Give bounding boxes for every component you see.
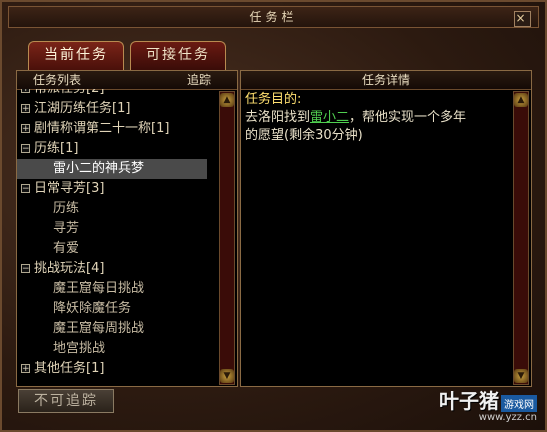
npc-link[interactable]: 雷小二 [310, 110, 349, 125]
quest-item[interactable]: 寻芳 [17, 219, 207, 239]
expand-icon[interactable]: + [21, 364, 30, 374]
quest-category[interactable]: + 江湖历练任务[1] [17, 99, 207, 119]
quest-item[interactable]: 降妖除魔任务 [17, 299, 207, 319]
watermark-name: 叶子猪 [439, 389, 499, 413]
quest-label: 江湖历练任务[1] [34, 101, 131, 116]
quest-detail-panel: 任务详情 任务目的: 去洛阳找到雷小二，帮他实现一个多年 的愿望(剩余30分钟)… [240, 70, 532, 387]
quest-detail-text: 任务目的: 去洛阳找到雷小二，帮他实现一个多年 的愿望(剩余30分钟) [245, 91, 505, 145]
quest-label: 帮派任务[2] [34, 89, 104, 96]
expand-icon[interactable]: + [21, 89, 30, 94]
quest-category[interactable]: + 帮派任务[2] [17, 89, 207, 99]
quest-label: 历练[1] [34, 141, 79, 156]
quest-label: 地宫挑战 [53, 341, 106, 356]
watermark-url: www.yzz.cn [478, 412, 537, 423]
quest-item[interactable]: 有爱 [17, 239, 207, 259]
track-column-label: 追踪 [186, 73, 211, 87]
quest-label: 魔王窟每日挑战 [53, 281, 145, 296]
tab-available-quests[interactable]: 可接任务 [130, 41, 226, 70]
scroll-up-icon[interactable]: ▲ [220, 93, 234, 107]
quest-item[interactable]: 魔王窟每周挑战 [17, 319, 207, 339]
quest-goal-suffix: ，帮他实现一个多年 [349, 110, 467, 125]
untrack-button[interactable]: 不可追踪 [18, 389, 114, 413]
quest-list-panel: 任务列表 追踪 +帮派任务[2]+江湖历练任务[1]+剧情称谓第二十一称[1]−… [16, 70, 238, 387]
quest-label: 雷小二的神兵梦 [53, 161, 145, 176]
quest-item[interactable]: 历练 [17, 199, 207, 219]
quest-detail-title: 任务详情 [361, 73, 410, 87]
quest-list-header: 任务列表 追踪 [17, 71, 237, 90]
collapse-icon[interactable]: − [21, 144, 30, 154]
quest-category[interactable]: − 挑战玩法[4] [17, 259, 207, 279]
quest-label: 寻芳 [53, 221, 80, 236]
quest-label: 有爱 [53, 241, 80, 256]
quest-label: 挑战玩法[4] [34, 261, 105, 276]
quest-label: 魔王窟每周挑战 [53, 321, 145, 336]
quest-label: 剧情称谓第二十一称[1] [34, 121, 170, 136]
quest-label: 日常寻芳[3] [34, 181, 105, 196]
quest-label: 历练 [53, 201, 80, 216]
window-title: 任务栏 [249, 10, 298, 24]
quest-list: +帮派任务[2]+江湖历练任务[1]+剧情称谓第二十一称[1]−历练[1]雷小二… [17, 89, 217, 385]
quest-detail-scrollbar[interactable]: ▲ ▼ [513, 91, 529, 385]
scroll-up-icon[interactable]: ▲ [514, 93, 528, 107]
quest-category[interactable]: − 历练[1] [17, 139, 207, 159]
quest-list-title: 任务列表 [33, 73, 82, 87]
quest-category[interactable]: + 其他任务[1] [17, 359, 207, 379]
scroll-down-icon[interactable]: ▼ [514, 369, 528, 383]
quest-label: 降妖除魔任务 [53, 301, 132, 316]
tab-current-quests[interactable]: 当前任务 [28, 41, 124, 70]
quest-category[interactable]: − 日常寻芳[3] [17, 179, 207, 199]
quest-detail-header: 任务详情 [241, 71, 531, 90]
quest-goal-prefix: 去洛阳找到 [245, 110, 311, 125]
quest-window: 任务栏 × 当前任务 可接任务 任务列表 追踪 + 帮派任务[2] + 江湖历练任务[… [0, 0, 547, 432]
quest-goal-line2: 的愿望(剩余30分钟) [245, 128, 363, 143]
close-button[interactable]: × [514, 11, 531, 27]
quest-item[interactable]: 魔王窟每日挑战 [17, 279, 207, 299]
quest-category[interactable]: + 剧情称谓第二十一称[1] [17, 119, 207, 139]
quest-label: 其他任务[1] [34, 361, 105, 376]
window-titlebar[interactable]: 任务栏 × [8, 6, 539, 28]
scroll-down-icon[interactable]: ▼ [220, 369, 234, 383]
expand-icon[interactable]: + [21, 124, 30, 134]
watermark-badge: 游戏网 [501, 395, 537, 412]
watermark: 叶子猪 游戏网 www.yzz.cn [439, 390, 537, 424]
expand-icon[interactable]: + [21, 104, 30, 114]
quest-item[interactable]: 地宫挑战 [17, 339, 207, 359]
collapse-icon[interactable]: − [21, 184, 30, 194]
quest-item[interactable]: 雷小二的神兵梦 [17, 159, 207, 179]
quest-list-scrollbar[interactable]: ▲ ▼ [219, 91, 235, 385]
quest-goal-label: 任务目的: [245, 92, 302, 107]
collapse-icon[interactable]: − [21, 264, 30, 274]
